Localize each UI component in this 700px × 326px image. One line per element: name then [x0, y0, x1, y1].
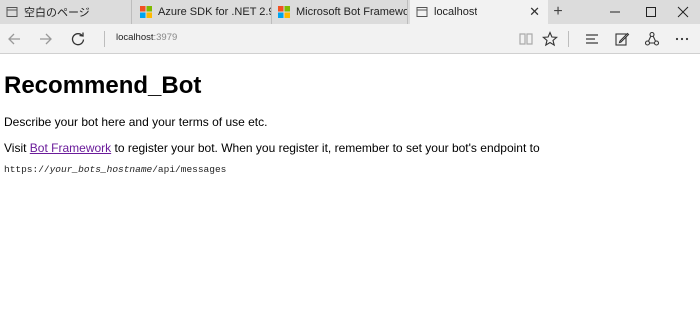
tab-label: 空白のページ: [24, 7, 90, 19]
minimize-icon[interactable]: [598, 0, 632, 24]
bot-framework-link[interactable]: Bot Framework: [30, 141, 111, 155]
tab-blank-page[interactable]: 空白のページ: [0, 0, 132, 24]
share-icon[interactable]: [640, 27, 664, 51]
page-content: Recommend_Bot Describe your bot here and…: [4, 54, 694, 175]
visit-suffix: to register your bot. When you register …: [111, 141, 540, 155]
visit-prefix: Visit: [4, 141, 30, 155]
endpoint-host: your_bots_hostname: [49, 164, 153, 175]
hub-icon[interactable]: [580, 27, 604, 51]
more-icon[interactable]: [670, 27, 694, 51]
favorite-star-icon[interactable]: [538, 27, 562, 51]
forward-icon[interactable]: [34, 27, 58, 51]
address-host: localhost: [116, 32, 154, 43]
maximize-icon[interactable]: [634, 0, 668, 24]
close-tab-icon[interactable]: ✕: [529, 4, 540, 20]
address-bar[interactable]: localhost:3979: [116, 32, 177, 43]
refresh-icon[interactable]: [66, 27, 90, 51]
close-window-icon[interactable]: [666, 0, 700, 24]
microsoft-logo-icon: [140, 6, 152, 18]
endpoint-url: https://your_bots_hostname/api/messages: [4, 164, 226, 175]
address-port: :3979: [153, 32, 178, 43]
tab-localhost[interactable]: localhost ✕: [410, 0, 548, 24]
tab-bot-framework[interactable]: Microsoft Bot Framework: [272, 0, 408, 24]
reading-view-icon[interactable]: [514, 27, 538, 51]
page-title: Recommend_Bot: [4, 72, 202, 99]
back-icon[interactable]: [2, 27, 26, 51]
page-icon: [416, 7, 428, 17]
page-icon: [6, 7, 18, 17]
tab-azure-sdk[interactable]: Azure SDK for .NET 2.9 Rele: [134, 0, 272, 24]
tab-label: Microsoft Bot Framework: [296, 6, 407, 18]
new-tab-icon[interactable]: +: [549, 2, 567, 22]
description-text: Describe your bot here and your terms of…: [4, 115, 268, 129]
register-instructions: Visit Bot Framework to register your bot…: [4, 140, 540, 156]
microsoft-logo-icon: [278, 6, 290, 18]
navigation-bar: localhost:3979: [0, 24, 700, 54]
web-note-icon[interactable]: [610, 27, 634, 51]
divider: [568, 31, 569, 47]
tab-bar: 空白のページ Azure SDK for .NET 2.9 Rele Micro…: [0, 0, 700, 24]
tab-label: localhost: [434, 6, 478, 18]
tab-label: Azure SDK for .NET 2.9 Rele: [158, 6, 271, 18]
divider: [104, 31, 105, 47]
endpoint-prefix: https://: [4, 164, 50, 175]
endpoint-path: /api/messages: [152, 164, 227, 175]
